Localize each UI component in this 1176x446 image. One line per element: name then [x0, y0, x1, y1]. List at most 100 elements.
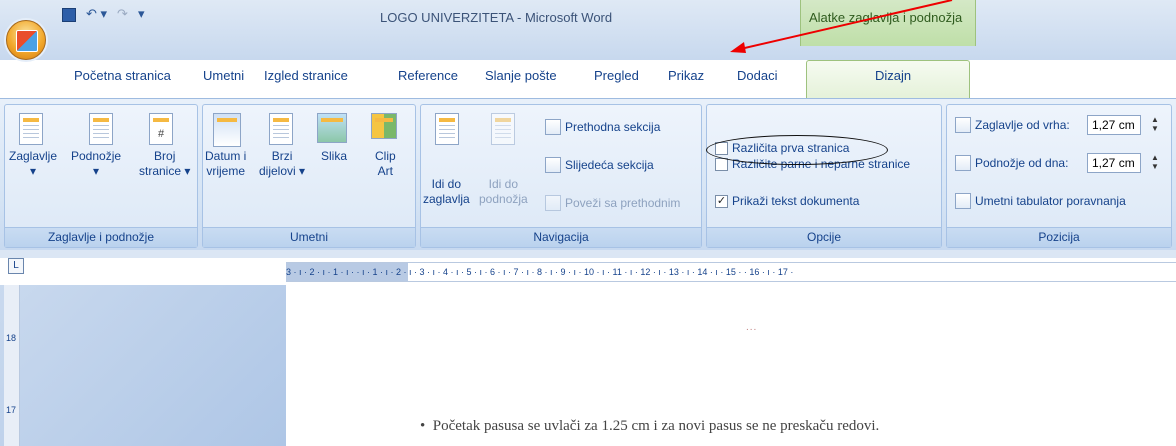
link-previous-button[interactable]: Poveži sa prethodnim	[545, 195, 680, 211]
date-time-icon	[213, 113, 241, 147]
link-previous-label: Poveži sa prethodnim	[565, 196, 681, 210]
group-options: Različita prva stranica Različite parne …	[706, 104, 942, 248]
group-label-options: Opcije	[707, 227, 941, 247]
next-section-icon	[545, 157, 561, 173]
quick-parts-label-2: dijelovi	[259, 164, 296, 178]
redo-icon[interactable]: ↷	[117, 6, 128, 22]
header-spin-buttons[interactable]: ▲ ▼	[1149, 115, 1161, 135]
document-paragraph[interactable]: • Početak pasusa se uvlači za 1.25 cm i …	[420, 418, 879, 435]
annotation-oval	[706, 135, 888, 165]
footer-from-bottom-input[interactable]: 1,27 cm	[1087, 153, 1141, 173]
office-button[interactable]	[6, 20, 46, 60]
date-time-label-1: Datum i	[205, 149, 247, 163]
group-label-navigation: Navigacija	[421, 227, 701, 247]
picture-label: Slika	[321, 149, 348, 163]
next-section-label: Slijedeća sekcija	[565, 158, 654, 172]
header-button[interactable]: Zaglavlje ▾	[9, 149, 57, 179]
office-logo-icon	[16, 30, 38, 52]
quick-parts-button[interactable]: Brzi dijelovi ▾	[259, 149, 305, 179]
page-number-button[interactable]: Broj stranice ▾	[139, 149, 190, 179]
tab-dodaci[interactable]: Dodaci	[737, 68, 777, 83]
group-navigation: Idi do zaglavlja Idi do podnožja Prethodna…	[420, 104, 702, 248]
clip-art-icon	[371, 113, 397, 139]
paragraph-text: Početak pasusa se uvlači za 1.25 cm i za…	[432, 418, 880, 434]
header-from-top-label: Zaglavlje od vrha:	[975, 118, 1070, 132]
page-number-label-1: Broj	[154, 149, 176, 163]
save-icon[interactable]	[62, 8, 76, 22]
goto-footer-button[interactable]: Idi do podnožja	[479, 177, 528, 207]
date-time-button[interactable]: Datum i vrijeme	[205, 149, 246, 179]
tab-dizajn-label: Dizajn	[875, 68, 912, 83]
header-icon	[19, 113, 43, 145]
annotation-arrow	[730, 0, 953, 53]
group-label-insert: Umetni	[203, 227, 415, 247]
page-number-label-2: stranice	[139, 164, 182, 178]
header-position-icon	[955, 117, 971, 133]
picture-button[interactable]: Slika	[321, 149, 347, 164]
footer-from-bottom: Podnožje od dna:	[955, 155, 1068, 171]
previous-section-button[interactable]: Prethodna sekcija	[545, 119, 660, 135]
footer-button-label: Podnožje	[71, 149, 122, 163]
window-title: LOGO UNIVERZITETA - Microsoft Word	[380, 10, 613, 25]
group-label-header-footer: Zaglavlje i podnožje	[5, 227, 197, 247]
clip-art-label-1: Clip	[375, 149, 396, 163]
goto-footer-icon	[491, 113, 515, 145]
goto-footer-label-1: Idi do	[488, 177, 519, 191]
next-section-button[interactable]: Slijedeća sekcija	[545, 157, 654, 173]
page-number-icon: #	[149, 113, 173, 145]
goto-header-button[interactable]: Idi do zaglavlja	[423, 177, 470, 207]
undo-icon[interactable]: ↶ ▾	[86, 6, 107, 22]
clip-art-label-2: Art	[377, 164, 393, 178]
bullet: •	[420, 418, 426, 434]
link-previous-icon	[545, 195, 561, 211]
alignment-tab-icon	[955, 193, 971, 209]
tab-slanje[interactable]: Slanje pošte	[485, 68, 557, 83]
quick-parts-icon	[269, 113, 293, 145]
footer-position-icon	[955, 155, 971, 171]
group-header-footer: # Zaglavlje ▾ Podnožje ▾ Broj stranice ▾ Za…	[4, 104, 198, 248]
quick-parts-label-1: Brzi	[271, 149, 293, 163]
date-time-label-2: vrijeme	[206, 164, 245, 178]
tab-izgled[interactable]: Izgled stranice	[264, 68, 348, 83]
title-bar	[0, 0, 1176, 60]
footer-icon	[89, 113, 113, 145]
show-document-text-option[interactable]: ✓ Prikaži tekst dokumenta	[715, 194, 859, 208]
customize-icon[interactable]: ▾	[138, 6, 145, 22]
tab-reference[interactable]: Reference	[398, 68, 458, 83]
show-document-text-label: Prikaži tekst dokumenta	[732, 194, 860, 208]
ribbon-bottom-edge	[0, 250, 1176, 258]
tab-pregled[interactable]: Pregled	[594, 68, 639, 83]
picture-icon	[317, 113, 347, 143]
vertical-ruler[interactable]: 18 17	[4, 285, 20, 446]
tab-selector[interactable]: L	[8, 258, 24, 274]
left-background	[0, 285, 286, 446]
previous-section-label: Prethodna sekcija	[565, 120, 661, 134]
previous-section-icon	[545, 119, 561, 135]
header-from-top-input[interactable]: 1,27 cm	[1087, 115, 1141, 135]
insert-alignment-tab-label: Umetni tabulator poravnanja	[975, 194, 1126, 208]
quick-access-toolbar: ↶ ▾ ↷ ▾	[62, 6, 144, 22]
vruler-mark-17: 17	[6, 405, 17, 415]
tab-pocetna[interactable]: Početna stranica	[74, 68, 171, 83]
group-insert: Datum i vrijeme Brzi dijelovi ▾ Slika Clip…	[202, 104, 416, 248]
footer-from-bottom-label: Podnožje od dna:	[975, 156, 1069, 170]
tab-prikaz[interactable]: Prikaz	[668, 68, 704, 83]
group-position: Zaglavlje od vrha: 1,27 cm ▲ ▼ Podnožje o…	[946, 104, 1172, 248]
ribbon-tabs	[0, 60, 1176, 98]
header-from-top: Zaglavlje od vrha:	[955, 117, 1070, 133]
show-document-text-checkbox[interactable]: ✓	[715, 194, 728, 208]
goto-header-label-2: zaglavlja	[423, 192, 470, 206]
footer-button[interactable]: Podnožje ▾	[71, 149, 121, 179]
vruler-mark-18: 18	[6, 333, 17, 343]
footer-spin-buttons[interactable]: ▲ ▼	[1149, 153, 1161, 173]
group-label-position: Pozicija	[947, 227, 1171, 247]
goto-header-icon	[435, 113, 459, 145]
tab-dizajn[interactable]: Dizajn	[806, 60, 970, 100]
goto-header-label-1: Idi do	[431, 177, 462, 191]
horizontal-ruler[interactable]: 3 · ı · 2 · ı · 1 · ı · · ı · 1 · ı · 2 …	[286, 262, 1176, 282]
tab-umetni[interactable]: Umetni	[203, 68, 244, 83]
insert-alignment-tab-button[interactable]: Umetni tabulator poravnanja	[955, 193, 1126, 209]
header-marker: ...	[746, 322, 758, 333]
clip-art-button[interactable]: Clip Art	[375, 149, 396, 179]
ruler-ticks: 3 · ı · 2 · ı · 1 · ı · · ı · 1 · ı · 2 …	[286, 267, 794, 277]
